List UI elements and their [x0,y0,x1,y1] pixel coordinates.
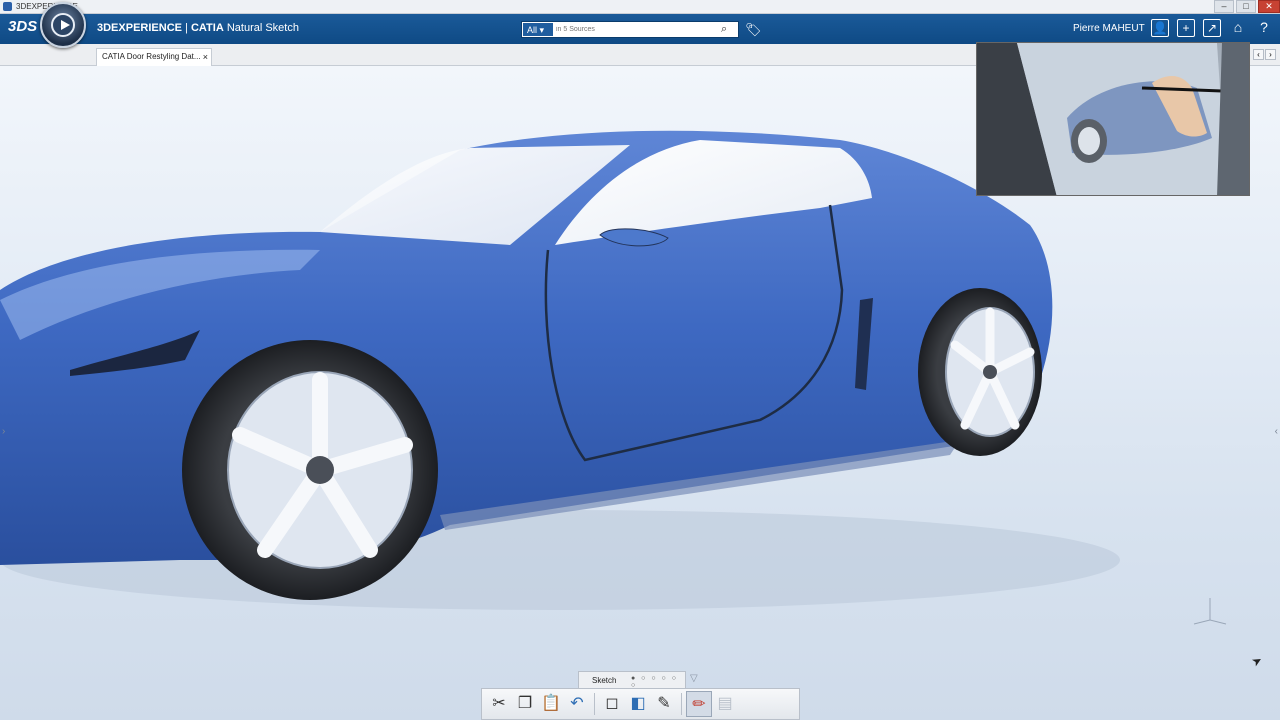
user-name[interactable]: Pierre MAHEUT [1073,23,1145,34]
left-panel-arrow-icon[interactable]: › [2,426,5,437]
app-name-label: Natural Sketch [226,22,299,34]
action-bar: ✂ ❐ 📋 ↶ ◻ ◧ ✎ ✏ ▤ [481,688,800,720]
home-icon[interactable]: ⌂ [1229,19,1247,37]
close-window-button[interactable]: ✕ [1258,0,1280,13]
toolbar-separator [681,693,682,715]
section-page-dots[interactable]: ● ○ ○ ○ ○ ○ [631,675,685,689]
share-icon[interactable]: ↗ [1203,19,1221,37]
help-icon[interactable]: ? [1255,19,1273,37]
fill-icon[interactable]: ◧ [625,691,651,717]
play-icon[interactable] [51,13,75,37]
layers-icon[interactable]: ▤ [712,691,738,717]
search-scope-label: All [527,25,538,35]
product-label: CATIA [190,22,224,34]
tablet-sketch-image [977,43,1249,195]
top-bar: 3DS 3DEXPERIENCE | CATIA Natural Sketch … [0,14,1280,44]
add-icon[interactable]: + [1177,19,1195,37]
tab-door-restyling[interactable]: CATIA Door Restyling Dat... × [96,48,212,66]
search-icon[interactable]: ⌕ [721,23,734,36]
close-tab-icon[interactable]: × [203,49,208,65]
search-box: All ▾ ⌕ [521,21,739,38]
rear-hub [983,365,997,379]
pencil-icon[interactable]: ✏ [686,691,712,717]
undo-icon[interactable]: ↶ [564,691,590,717]
compass-widget[interactable] [40,2,86,48]
section-tabs: Sketch ● ○ ○ ○ ○ ○ [578,671,686,689]
toolbar-separator [594,693,595,715]
collapse-chevron-icon[interactable]: ▽ [690,673,698,684]
brush-icon[interactable]: ✎ [651,691,677,717]
right-panel-arrow-icon[interactable]: ‹ [1275,426,1278,437]
section-tab-sketch[interactable]: Sketch [592,676,616,685]
search-input[interactable] [556,23,716,36]
search-scope-dropdown[interactable]: All ▾ [522,22,554,37]
cut-icon[interactable]: ✂ [486,691,512,717]
tab-label: CATIA Door Restyling Dat... [102,52,201,61]
tab-next-icon[interactable]: › [1265,49,1276,60]
brand-label: 3DEXPERIENCE [97,22,182,34]
title-separator: | [181,22,191,34]
os-title-bar: 3DEXPERIENCE – □ ✕ [0,0,1280,14]
user-icon[interactable]: 👤 [1151,19,1169,37]
erase-icon[interactable]: ◻ [599,691,625,717]
top-icons: 👤 + ↗ ⌂ ? [1151,19,1280,37]
front-hub [306,456,334,484]
tab-navigation: ‹ › [1252,49,1276,60]
tag-icon[interactable]: 🏷 [745,22,762,38]
ds-logo-icon[interactable]: 3DS [8,18,37,35]
paste-icon[interactable]: 📋 [538,691,564,717]
minimize-button[interactable]: – [1214,0,1234,13]
window-controls: – □ ✕ [1212,0,1280,14]
app-title: 3DEXPERIENCE | CATIA Natural Sketch [97,22,299,34]
app-window-icon [3,2,12,11]
tab-prev-icon[interactable]: ‹ [1253,49,1264,60]
presenter-video-inset [976,42,1250,196]
maximize-button[interactable]: □ [1236,0,1256,13]
axis-triad-icon[interactable] [1190,590,1230,630]
copy-icon[interactable]: ❐ [512,691,538,717]
